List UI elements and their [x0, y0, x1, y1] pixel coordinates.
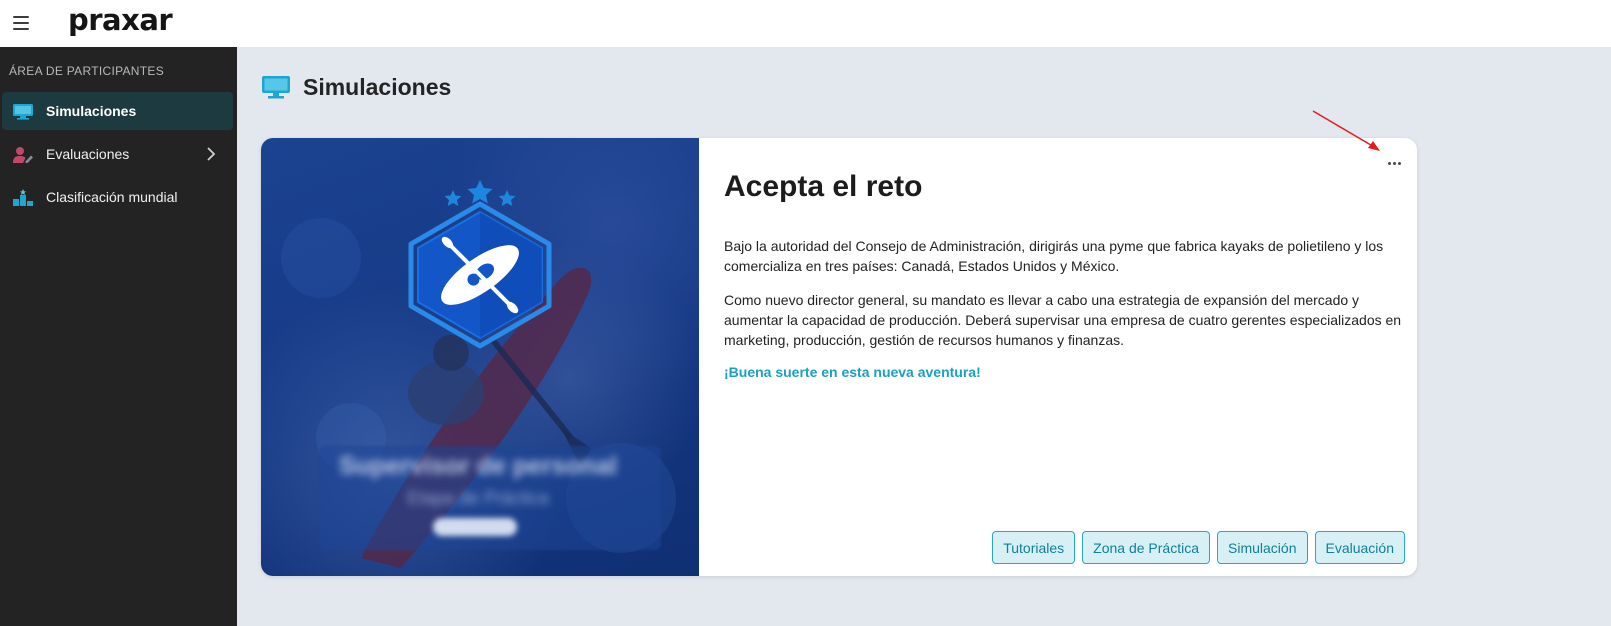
evaluacion-button[interactable]: Evaluación — [1314, 531, 1405, 564]
sidebar: ÁREA DE PARTICIPANTES Simulaciones Evalu… — [0, 47, 237, 626]
monitor-icon — [262, 76, 290, 99]
blurred-overlay-subtitle: Etapa de Práctica — [406, 488, 550, 508]
user-edit-icon — [13, 147, 33, 163]
sidebar-heading: ÁREA DE PARTICIPANTES — [9, 64, 165, 78]
card-description: Como nuevo director general, su mandato … — [724, 292, 1402, 348]
card-content: Acepta el reto Bajo la autoridad del Con… — [699, 138, 1417, 576]
sidebar-item-label: Simulaciones — [46, 103, 137, 119]
chevron-right-icon[interactable] — [205, 147, 217, 161]
sidebar-item-label: Evaluaciones — [46, 146, 130, 162]
sidebar-item-clasificacion[interactable]: Clasificación mundial — [2, 178, 233, 216]
card-highlight: ¡Buena suerte en esta nueva aventura! — [724, 364, 981, 380]
app-logo[interactable]: praxar — [68, 3, 173, 37]
card-description: Bajo la autoridad del Consejo de Adminis… — [724, 238, 1384, 274]
simulation-card: Supervisor de personal Etapa de Práctica… — [261, 138, 1417, 576]
tutoriales-button[interactable]: Tutoriales — [992, 531, 1076, 564]
hamburger-icon[interactable] — [13, 16, 29, 30]
blurred-overlay-title: Supervisor de personal — [339, 452, 617, 480]
blurred-overlay-pill — [433, 518, 517, 536]
zona-practica-button[interactable]: Zona de Práctica — [1082, 531, 1211, 564]
card-actions: Tutoriales Zona de Práctica Simulación E… — [992, 531, 1405, 564]
monitor-icon — [13, 104, 33, 120]
simulacion-button[interactable]: Simulación — [1217, 531, 1308, 564]
top-bar: praxar — [0, 0, 1611, 47]
sidebar-item-simulaciones[interactable]: Simulaciones — [2, 92, 233, 130]
card-title: Acepta el reto — [724, 170, 923, 203]
sidebar-item-label: Clasificación mundial — [46, 189, 178, 205]
page-title: Simulaciones — [303, 74, 452, 100]
kayak-badge-icon — [408, 180, 552, 349]
sidebar-item-evaluaciones[interactable]: Evaluaciones — [2, 135, 233, 173]
simulation-cover-image: Supervisor de personal Etapa de Práctica — [261, 138, 699, 576]
podium-icon — [13, 189, 33, 206]
annotation-arrow-icon — [1312, 110, 1380, 151]
